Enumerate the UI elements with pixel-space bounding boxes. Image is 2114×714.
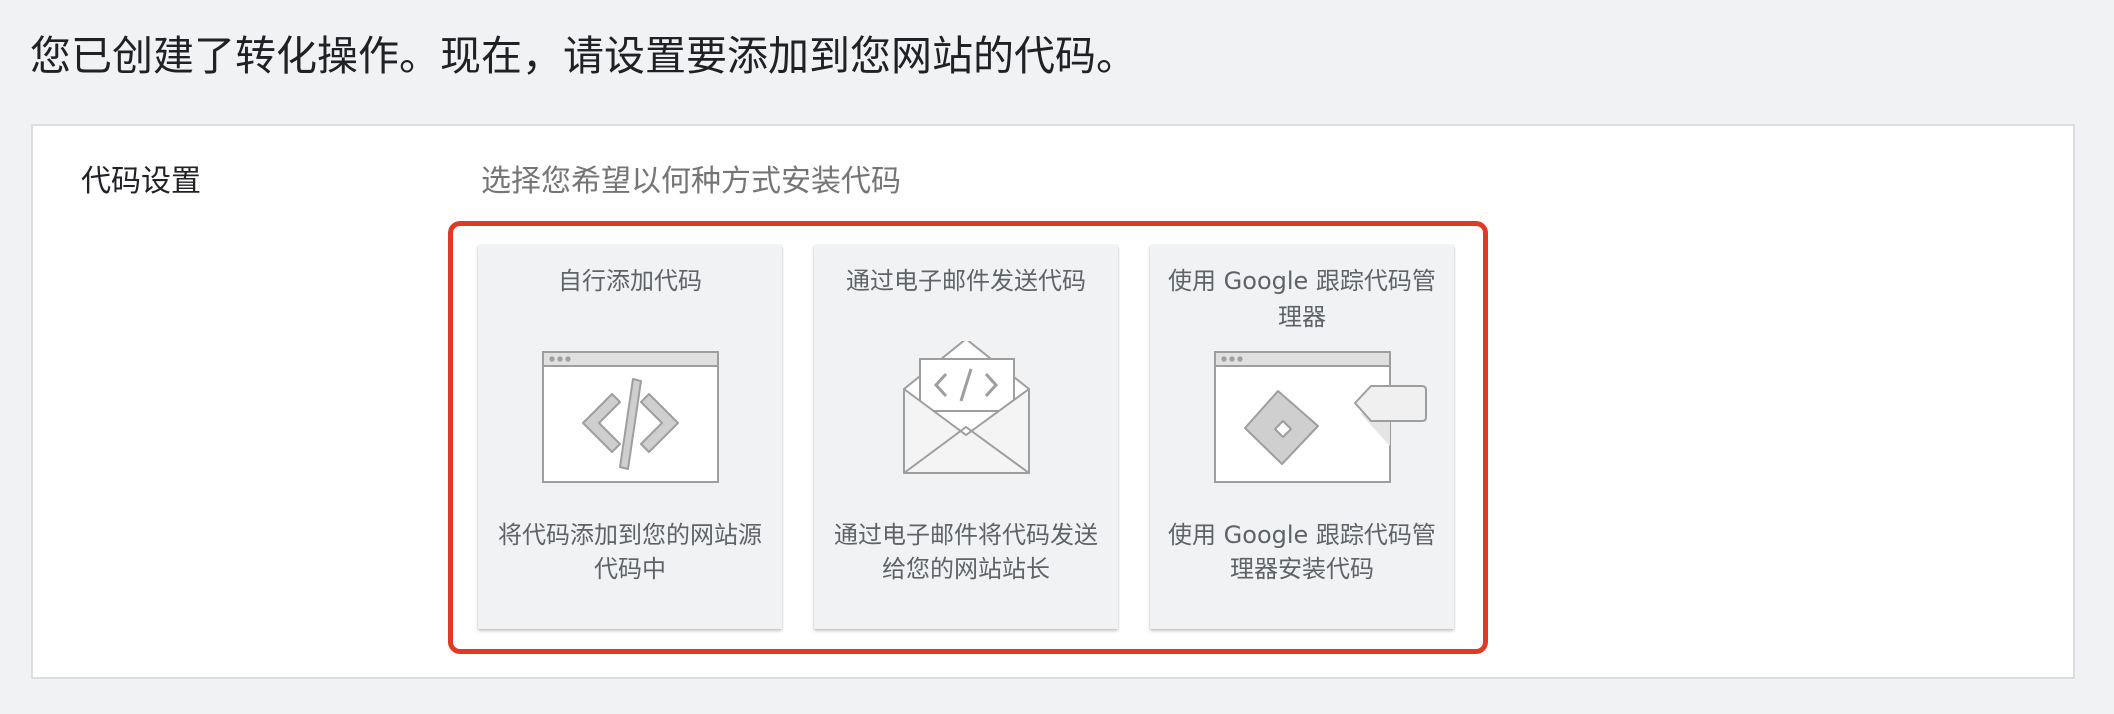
options-highlight-frame: 自行添加代码 将代码添加到您的网站源代码中 通过电子邮件发送代码 通过电子邮件将…	[448, 221, 1488, 654]
option-description: 使用 Google 跟踪代码管理器安装代码	[1168, 521, 1436, 583]
option-title: 自行添加代码	[558, 267, 702, 295]
code-settings-panel: 代码设置 选择您希望以何种方式安装代码 自行添加代码 将代码添加到您的网站源代码…	[31, 124, 2075, 679]
section-label: 代码设置	[81, 164, 201, 199]
option-card-tag-manager[interactable]: 使用 Google 跟踪代码管理器 使用 Google 跟踪代码管理器安装代码	[1150, 245, 1454, 629]
option-title: 通过电子邮件发送代码	[846, 267, 1086, 295]
email-code-icon	[903, 341, 1030, 474]
option-card-self-install[interactable]: 自行添加代码 将代码添加到您的网站源代码中	[478, 245, 782, 629]
option-description: 通过电子邮件将代码发送给您的网站站长	[834, 521, 1098, 583]
code-browser-icon	[542, 351, 719, 483]
option-description: 将代码添加到您的网站源代码中	[498, 521, 762, 583]
section-hint: 选择您希望以何种方式安装代码	[481, 164, 901, 199]
option-title: 使用 Google 跟踪代码管理器	[1168, 267, 1436, 331]
page-title: 您已创建了转化操作。现在，请设置要添加到您网站的代码。	[30, 32, 1137, 80]
tag-manager-icon	[1214, 351, 1427, 483]
option-card-email[interactable]: 通过电子邮件发送代码 通过电子邮件将代码发送给您的网站站长	[814, 245, 1118, 629]
